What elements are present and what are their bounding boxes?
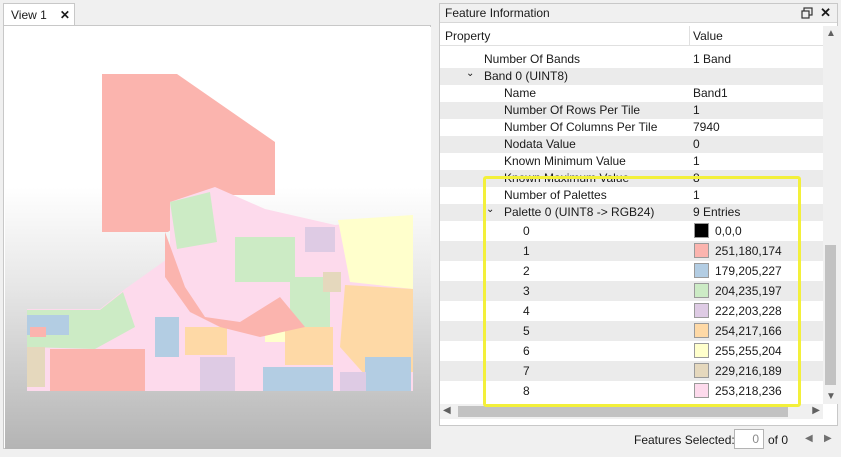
property-value: Band1: [693, 86, 728, 100]
palette-entry-row[interactable]: 3 204,235,197: [440, 281, 823, 301]
palette-entry-row[interactable]: 6 255,255,204: [440, 341, 823, 361]
color-swatch: [694, 303, 709, 318]
palette-index: 8: [523, 384, 530, 398]
property-value: 8: [693, 171, 700, 185]
color-swatch: [694, 363, 709, 378]
scroll-down-icon[interactable]: ▼: [826, 391, 836, 402]
property-label: Band 0 (UINT8): [484, 69, 569, 83]
color-swatch: [694, 223, 709, 238]
table-row[interactable]: Nodata Value 0: [440, 136, 823, 153]
palette-entry-row[interactable]: 4 222,203,228: [440, 301, 823, 321]
palette-index: 0: [523, 224, 530, 238]
property-value: 0: [693, 137, 700, 151]
property-value: 1: [693, 188, 700, 202]
palette-rgb-value: 255,255,204: [715, 344, 782, 358]
column-header-property[interactable]: Property: [445, 29, 490, 43]
previous-icon[interactable]: ◀: [805, 433, 813, 444]
column-divider[interactable]: [689, 26, 690, 46]
color-swatch: [694, 323, 709, 338]
table-header: Property Value: [440, 26, 823, 46]
palette-rgb-value: 204,235,197: [715, 284, 782, 298]
color-swatch: [694, 343, 709, 358]
palette-rgb-value: 222,203,228: [715, 304, 782, 318]
palette-entry-row[interactable]: 5 254,217,166: [440, 321, 823, 341]
property-label: Number Of Columns Per Tile: [504, 120, 658, 134]
scroll-up-icon[interactable]: ▲: [826, 28, 836, 39]
chevron-down-icon[interactable]: ⌄: [466, 68, 474, 79]
palette-rgb-value: 0,0,0: [715, 224, 742, 238]
features-selected-field[interactable]: [734, 429, 764, 449]
next-icon[interactable]: ▶: [824, 433, 832, 444]
chevron-down-icon[interactable]: ⌄: [486, 204, 494, 215]
palette-entry-row[interactable]: 7 229,216,189: [440, 361, 823, 381]
palette-rgb-value: 254,217,166: [715, 324, 782, 338]
scroll-left-icon[interactable]: ◀: [443, 405, 451, 416]
map-view[interactable]: [3, 25, 431, 449]
palette-entry-row[interactable]: 2 179,205,227: [440, 261, 823, 281]
palette-index: 1: [523, 244, 530, 258]
float-window-icon[interactable]: [801, 7, 813, 19]
table-row[interactable]: Known Minimum Value 1: [440, 153, 823, 170]
palette-index: 3: [523, 284, 530, 298]
tab-view-1-label: View 1: [11, 7, 47, 22]
property-label: Known Minimum Value: [504, 154, 626, 168]
panel-title-bar: Feature Information ✕: [440, 4, 837, 23]
scrollbar-thumb[interactable]: [825, 245, 836, 385]
palette-index: 6: [523, 344, 530, 358]
palette-index: 5: [523, 324, 530, 338]
panel-title: Feature Information: [445, 6, 550, 20]
footer-bar: Features Selected: of 0 ◀ ▶: [439, 428, 838, 452]
color-swatch: [694, 263, 709, 278]
property-value: 9 Entries: [693, 205, 741, 219]
property-label: Palette 0 (UINT8 -> RGB24): [504, 205, 655, 219]
app-window: View 1 ✕ Feature Information ✕ Property …: [0, 0, 841, 457]
column-header-value[interactable]: Value: [693, 29, 723, 43]
palette-index: 4: [523, 304, 530, 318]
property-value: 1: [693, 154, 700, 168]
map-canvas[interactable]: [5, 27, 431, 449]
palette-entry-row[interactable]: 1 251,180,174: [440, 241, 823, 261]
color-swatch: [694, 243, 709, 258]
property-label: Number Of Bands: [484, 52, 581, 66]
features-total-label: of 0: [768, 433, 789, 447]
property-value: 1 Band: [693, 52, 732, 66]
property-value: 7940: [693, 120, 720, 134]
feature-information-panel: Feature Information ✕ Property Value Num…: [439, 3, 838, 426]
raster-map-image: [27, 74, 413, 391]
property-label: Name: [504, 86, 537, 100]
table-row[interactable]: Known Maximum Value 8: [440, 170, 823, 187]
palette-rgb-value: 229,216,189: [715, 364, 782, 378]
property-label: Number Of Rows Per Tile: [504, 103, 641, 117]
horizontal-scrollbar[interactable]: ◀ ▶: [440, 404, 823, 419]
property-value: 1: [693, 103, 700, 117]
color-swatch: [694, 283, 709, 298]
table-row[interactable]: ⌄ Palette 0 (UINT8 -> RGB24) 9 Entries: [440, 204, 823, 221]
scrollbar-thumb[interactable]: [458, 406, 788, 417]
property-label: Nodata Value: [504, 137, 576, 151]
scroll-right-icon[interactable]: ▶: [812, 405, 820, 416]
table-row[interactable]: ⌄ Band 0 (UINT8): [440, 68, 823, 85]
table-row[interactable]: Number Of Columns Per Tile 7940: [440, 119, 823, 136]
palette-index: 2: [523, 264, 530, 278]
property-table: Number Of Bands 1 Band ⌄ Band 0 (UINT8) …: [440, 47, 823, 404]
features-selected-label: Features Selected:: [634, 433, 735, 447]
palette-entry-row[interactable]: 0 0,0,0: [440, 221, 823, 241]
table-row[interactable]: Name Band1: [440, 85, 823, 102]
table-row[interactable]: Number of Palettes 1: [440, 187, 823, 204]
table-row[interactable]: Number Of Bands 1 Band: [440, 51, 823, 68]
table-row[interactable]: Number Of Rows Per Tile 1: [440, 102, 823, 119]
property-label: Known Maximum Value: [504, 171, 630, 185]
tab-view-1[interactable]: View 1 ✕: [3, 3, 75, 25]
palette-rgb-value: 179,205,227: [715, 264, 782, 278]
palette-rgb-value: 251,180,174: [715, 244, 782, 258]
palette-entry-row[interactable]: 8 253,218,236: [440, 381, 823, 401]
palette-rgb-value: 253,218,236: [715, 384, 782, 398]
color-swatch: [694, 383, 709, 398]
close-icon[interactable]: ✕: [60, 8, 70, 22]
close-icon[interactable]: ✕: [820, 5, 831, 21]
property-label: Number of Palettes: [504, 188, 607, 202]
palette-index: 7: [523, 364, 530, 378]
vertical-scrollbar[interactable]: ▲ ▼: [823, 26, 838, 404]
